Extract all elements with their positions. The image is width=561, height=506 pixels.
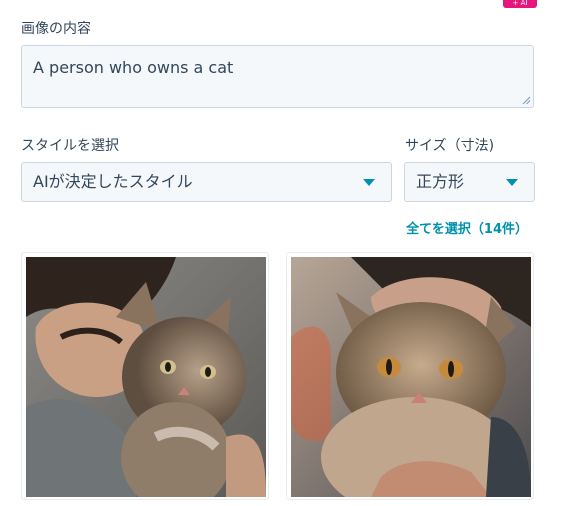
- prompt-value: A person who owns a cat: [33, 58, 234, 77]
- ai-badge: + AI: [503, 0, 537, 8]
- size-selected-value: 正方形: [416, 172, 465, 191]
- style-select[interactable]: AIが決定したスタイル: [21, 162, 392, 202]
- cat-held-by-person-image: [291, 257, 531, 497]
- size-select[interactable]: 正方形: [404, 162, 535, 202]
- size-label: サイズ（寸法): [405, 138, 495, 154]
- resize-handle-icon[interactable]: [522, 96, 531, 105]
- select-all-link[interactable]: 全てを選択（14件）: [406, 218, 528, 237]
- image-generator-panel: + AI 画像の内容 A person who owns a cat スタイルを…: [0, 0, 561, 506]
- generated-image-card[interactable]: [286, 252, 534, 500]
- style-label: スタイルを選択: [21, 138, 119, 154]
- prompt-label: 画像の内容: [21, 21, 91, 37]
- chevron-down-icon: [363, 179, 375, 186]
- chevron-down-icon: [506, 179, 518, 186]
- style-selected-value: AIが決定したスタイル: [33, 172, 193, 191]
- person-hugging-cat-image: [26, 257, 266, 497]
- generated-image-card[interactable]: [21, 252, 269, 500]
- prompt-textarea[interactable]: A person who owns a cat: [21, 45, 534, 108]
